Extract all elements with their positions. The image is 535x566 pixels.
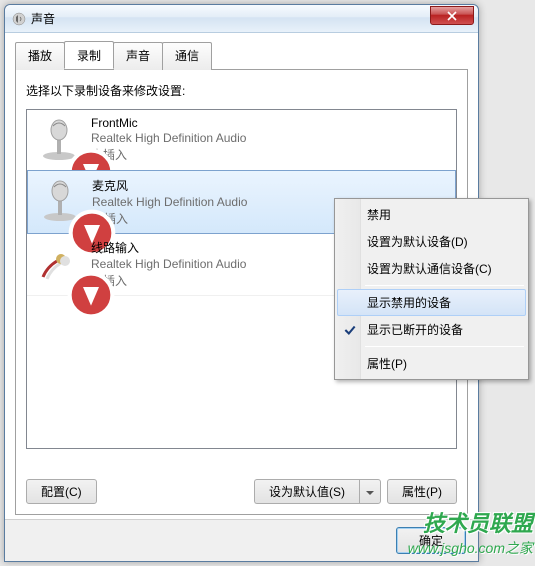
context-menu: 禁用 设置为默认设备(D) 设置为默认通信设备(C) 显示禁用的设备 显示已断开… [334,198,529,380]
device-name: 麦克风 [92,177,447,194]
watermark: 技术员联盟 [423,506,533,538]
device-status: 未插入 [91,146,448,163]
microphone-icon [36,177,84,225]
device-info: FrontMic Realtek High Definition Audio 未… [91,116,448,164]
titlebar: 声音 [5,5,478,33]
tab-playback[interactable]: 播放 [15,42,65,70]
menu-separator [365,285,524,286]
watermark-url: www.jsgho.com之家 [408,538,533,558]
menu-set-default-comm[interactable]: 设置为默认通信设备(C) [337,255,526,282]
menu-properties[interactable]: 属性(P) [337,350,526,377]
menu-set-default[interactable]: 设置为默认设备(D) [337,228,526,255]
device-desc: Realtek High Definition Audio [91,131,448,145]
check-icon [343,323,357,337]
instruction-text: 选择以下录制设备来修改设置: [26,82,457,99]
properties-button[interactable]: 属性(P) [387,479,457,504]
set-default-button[interactable]: 设为默认值(S) [254,479,359,504]
device-name: FrontMic [91,116,448,130]
menu-separator [365,346,524,347]
menu-disable[interactable]: 禁用 [337,201,526,228]
tab-communications[interactable]: 通信 [162,42,212,70]
chevron-down-icon [366,491,374,496]
device-item[interactable]: FrontMic Realtek High Definition Audio 未… [27,110,456,171]
sound-icon [11,11,27,27]
bottom-button-row: 配置(C) 设为默认值(S) 属性(P) [26,479,457,504]
close-icon [447,11,457,21]
close-button[interactable] [430,6,474,25]
unplugged-icon [68,209,86,227]
menu-label: 显示已断开的设备 [367,323,463,337]
microphone-icon [35,116,83,164]
window-title: 声音 [31,10,55,27]
set-default-dropdown[interactable] [359,479,381,504]
configure-button[interactable]: 配置(C) [26,479,97,504]
tab-strip: 播放 录制 声音 通信 [15,41,468,70]
unplugged-icon [67,271,85,289]
tab-recording[interactable]: 录制 [64,41,114,69]
tab-sounds[interactable]: 声音 [113,42,163,70]
menu-show-disconnected[interactable]: 显示已断开的设备 [337,316,526,343]
line-in-icon [35,239,83,287]
set-default-split: 设为默认值(S) [254,479,381,504]
unplugged-icon [67,148,85,166]
menu-show-disabled[interactable]: 显示禁用的设备 [337,289,526,316]
